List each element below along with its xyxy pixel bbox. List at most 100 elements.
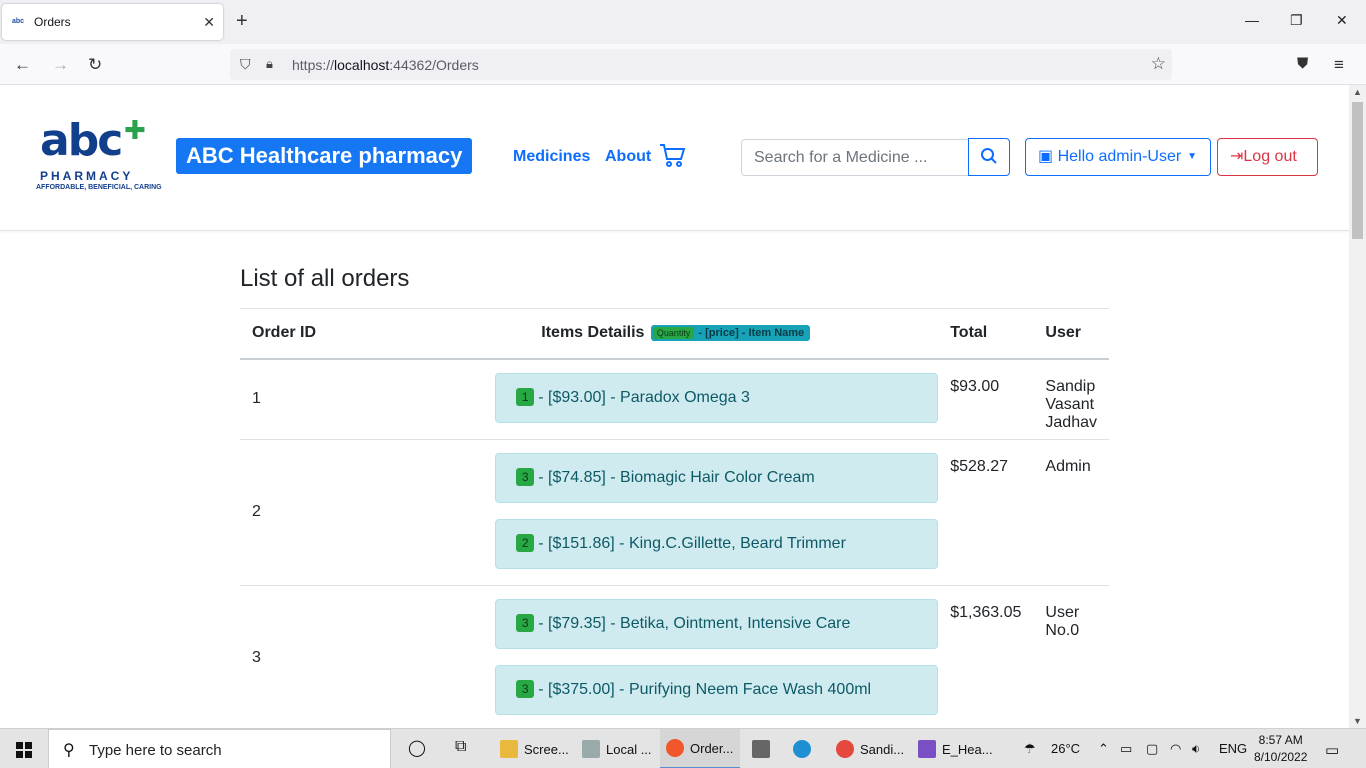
site-header: abc ✚ PHARMACY AFFORDABLE, BENEFICIAL, C… bbox=[0, 85, 1349, 231]
lock-icon[interactable]: 🔒︎ bbox=[266, 56, 273, 72]
order-id: 1 bbox=[252, 390, 261, 407]
order-user: Admin bbox=[1045, 457, 1091, 475]
browser-tab-bar: abc Orders ✕ + — ❐ ✕ bbox=[0, 0, 1366, 44]
taskbar-app-chrome[interactable]: Sandi... bbox=[834, 729, 912, 768]
col-items: Items Detailis Quantity - [price] - Item … bbox=[365, 309, 938, 359]
web-page: abc ✚ PHARMACY AFFORDABLE, BENEFICIAL, C… bbox=[0, 85, 1349, 728]
minimize-icon[interactable]: — bbox=[1245, 12, 1259, 28]
bookmark-star-icon[interactable]: ☆ bbox=[1151, 54, 1166, 74]
window-close-icon[interactable]: ✕ bbox=[1336, 12, 1348, 29]
edge-icon bbox=[793, 740, 811, 758]
user-menu-button[interactable]: ▣ Hello admin-User ▼ bbox=[1025, 138, 1211, 176]
order-items: 3- [$79.35] - Betika, Ointment, Intensiv… bbox=[365, 585, 939, 728]
list-item: 2- [$151.86] - King.C.Gillette, Beard Tr… bbox=[495, 518, 939, 569]
list-item: 1- [$93.00] - Paradox Omega 3 bbox=[495, 372, 939, 423]
order-id: 3 bbox=[252, 649, 261, 666]
medicine-search-input[interactable]: Search for a Medicine ... bbox=[741, 139, 969, 176]
task-view-icon[interactable]: ⧉ bbox=[455, 738, 466, 756]
favicon-icon: abc bbox=[12, 18, 25, 25]
logout-button[interactable]: ⇥Log out bbox=[1217, 138, 1318, 176]
col-total: Total bbox=[950, 324, 988, 342]
device-icon[interactable]: ▢ bbox=[1146, 741, 1158, 757]
tab-title: Orders bbox=[34, 15, 71, 29]
weather-temp[interactable]: 26°C bbox=[1051, 741, 1080, 756]
plus-cross-icon: ✚ bbox=[124, 115, 146, 145]
quantity-badge: 3 bbox=[516, 613, 535, 632]
windows-start-icon[interactable] bbox=[16, 742, 32, 758]
order-id: 2 bbox=[252, 503, 261, 520]
cart-icon[interactable] bbox=[659, 143, 687, 176]
abc-pharmacy-logo[interactable]: abc ✚ PHARMACY AFFORDABLE, BENEFICIAL, C… bbox=[36, 115, 162, 197]
search-icon: ⚲ bbox=[63, 742, 75, 759]
list-item: 3- [$74.85] - Biomagic Hair Color Cream bbox=[495, 452, 939, 503]
order-user: User No.0 bbox=[1045, 603, 1080, 639]
table-row: 3 3- [$79.35] - Betika, Ointment, Intens… bbox=[240, 585, 1109, 728]
taskbar-app-edge[interactable] bbox=[793, 729, 823, 768]
taskbar-app-local[interactable]: Local ... bbox=[578, 729, 656, 768]
drive-icon bbox=[582, 740, 600, 758]
list-item: 3- [$375.00] - Purifying Neem Face Wash … bbox=[495, 664, 939, 715]
caret-down-icon: ▼ bbox=[1187, 151, 1198, 162]
url-text[interactable]: https://localhost:44362/Orders bbox=[292, 57, 479, 73]
taskbar-app-firefox[interactable]: Order... bbox=[660, 729, 740, 768]
order-user: Sandip Vasant Jadhav bbox=[1045, 377, 1097, 431]
notification-icon[interactable]: ▭ bbox=[1325, 741, 1339, 759]
folder-icon bbox=[500, 740, 518, 758]
scrollbar-thumb[interactable] bbox=[1352, 102, 1363, 239]
taskbar-app-media[interactable] bbox=[752, 729, 782, 768]
scroll-down-icon[interactable]: ▼ bbox=[1353, 716, 1362, 726]
scroll-up-icon[interactable]: ▲ bbox=[1353, 87, 1362, 97]
forward-icon[interactable]: → bbox=[52, 55, 69, 75]
back-icon[interactable]: ← bbox=[14, 55, 31, 75]
media-icon bbox=[752, 740, 770, 758]
orders-table: Order ID Items Detailis Quantity - [price… bbox=[240, 308, 1109, 728]
page-title: List of all orders bbox=[240, 265, 410, 292]
table-row: 1 1- [$93.00] - Paradox Omega 3 $93.00 S… bbox=[240, 359, 1109, 440]
table-row: 2 3- [$74.85] - Biomagic Hair Color Crea… bbox=[240, 439, 1109, 585]
pocket-icon[interactable]: ⛊ bbox=[1297, 55, 1308, 72]
user-badge-icon: ▣ bbox=[1038, 148, 1054, 165]
logout-icon: ⇥ bbox=[1230, 148, 1244, 165]
shield-icon[interactable]: ⛉ bbox=[240, 56, 251, 73]
close-tab-icon[interactable]: ✕ bbox=[203, 14, 215, 31]
wifi-icon[interactable]: ◠ bbox=[1170, 741, 1181, 757]
col-order-id: Order ID bbox=[252, 324, 317, 342]
nav-about[interactable]: About bbox=[605, 148, 651, 166]
visual-studio-icon bbox=[918, 740, 936, 758]
address-bar[interactable]: ⛉ 🔒︎ https://localhost:44362/Orders ☆ bbox=[230, 49, 1172, 80]
windows-taskbar: ⚲ Type here to search ◯ ⧉ Scree... Local… bbox=[0, 728, 1366, 768]
firefox-icon bbox=[666, 739, 684, 757]
table-header-row: Order ID Items Detailis Quantity - [price… bbox=[240, 308, 1109, 359]
search-button[interactable] bbox=[968, 138, 1010, 176]
chevron-up-icon[interactable]: ⌃ bbox=[1098, 741, 1109, 757]
nav-medicines[interactable]: Medicines bbox=[513, 148, 590, 166]
quantity-badge: 1 bbox=[516, 387, 535, 406]
page-scrollbar[interactable]: ▲ ▼ bbox=[1349, 85, 1366, 728]
cortana-icon[interactable]: ◯ bbox=[408, 738, 426, 758]
menu-icon[interactable]: ≡ bbox=[1334, 55, 1344, 75]
taskbar-search-box[interactable]: ⚲ Type here to search bbox=[48, 729, 391, 768]
order-total: $1,363.05 bbox=[950, 603, 1022, 621]
order-total: $93.00 bbox=[950, 377, 1000, 395]
brand-title[interactable]: ABC Healthcare pharmacy bbox=[176, 138, 473, 174]
search-icon bbox=[981, 148, 997, 164]
quantity-badge: 3 bbox=[516, 467, 535, 486]
order-total: $528.27 bbox=[950, 457, 1009, 475]
new-tab-icon[interactable]: + bbox=[236, 10, 248, 33]
volume-icon[interactable]: 🔉︎ bbox=[1192, 741, 1200, 757]
restore-icon[interactable]: ❐ bbox=[1290, 12, 1303, 29]
clock[interactable]: 8:57 AM 8/10/2022 bbox=[1254, 732, 1307, 766]
col-user: User bbox=[1045, 324, 1081, 342]
weather-icon[interactable]: ☂ bbox=[1024, 741, 1036, 757]
order-items: 3- [$74.85] - Biomagic Hair Color Cream … bbox=[365, 439, 939, 585]
quantity-badge: 3 bbox=[516, 679, 535, 698]
taskbar-app-explorer[interactable]: Scree... bbox=[496, 729, 574, 768]
browser-tab[interactable]: abc Orders ✕ bbox=[2, 4, 223, 40]
taskbar-app-visual-studio[interactable]: E_Hea... bbox=[914, 729, 994, 768]
reload-icon[interactable]: ↻ bbox=[88, 55, 102, 75]
language-indicator[interactable]: ENG bbox=[1219, 741, 1247, 756]
quantity-badge: 2 bbox=[516, 533, 535, 552]
battery-icon[interactable]: ▭ bbox=[1120, 741, 1132, 757]
order-items: 1- [$93.00] - Paradox Omega 3 bbox=[365, 359, 939, 440]
list-item: 3- [$79.35] - Betika, Ointment, Intensiv… bbox=[495, 598, 939, 649]
